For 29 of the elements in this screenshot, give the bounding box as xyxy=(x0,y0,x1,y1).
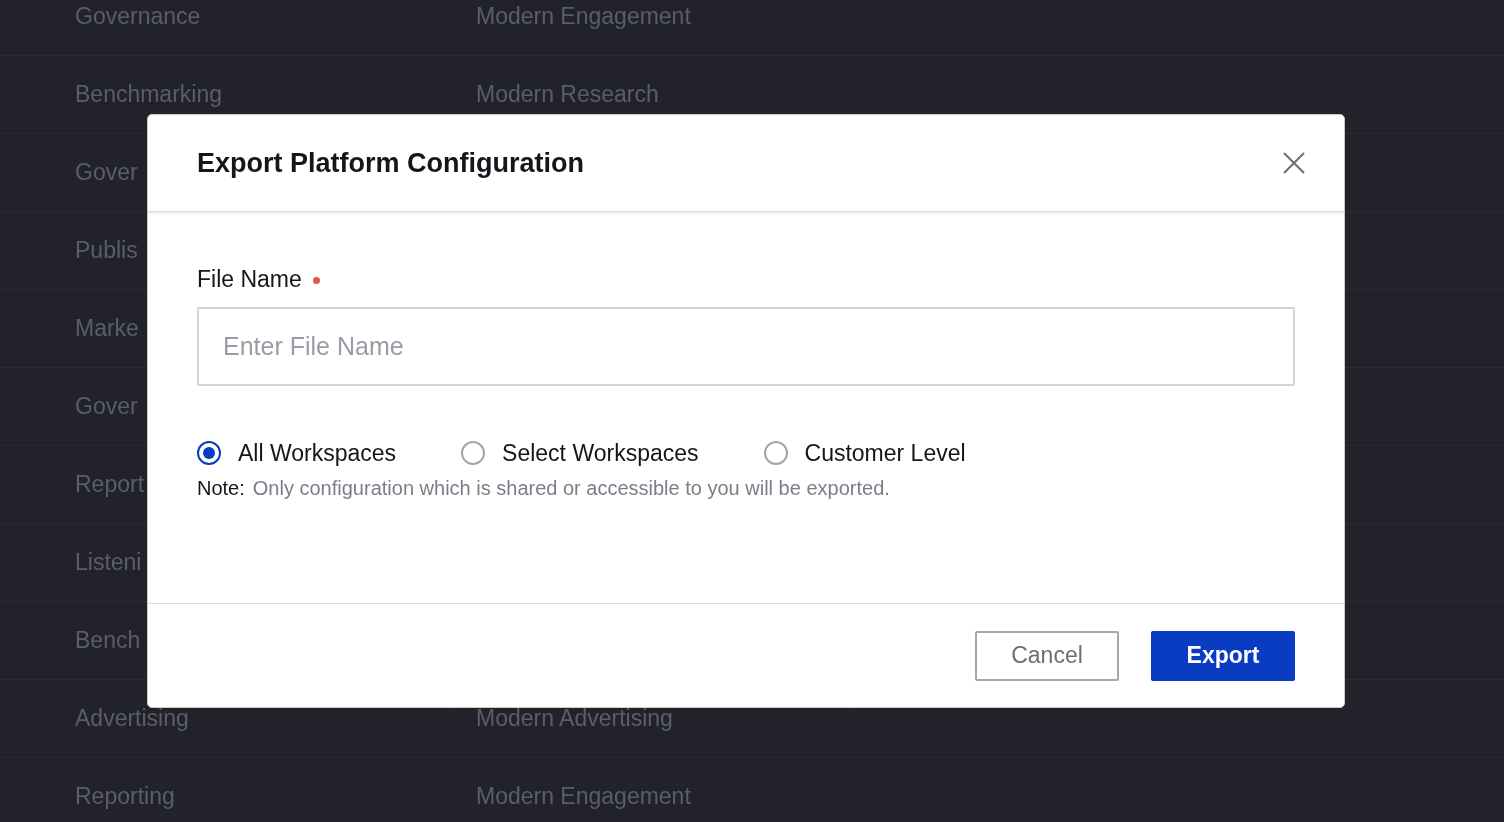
close-icon[interactable] xyxy=(1282,151,1306,175)
radio-button[interactable] xyxy=(197,441,221,465)
table-cell: Modern Advertising xyxy=(476,705,673,732)
table-cell: Publis xyxy=(75,237,138,264)
table-cell: Advertising xyxy=(75,705,189,732)
radio-button[interactable] xyxy=(461,441,486,465)
table-cell: Benchmarking xyxy=(75,81,223,108)
table-cell: Modern Research xyxy=(476,81,659,108)
table-cell: Listeni xyxy=(75,549,142,576)
radio-button[interactable] xyxy=(763,441,788,465)
table-cell: Bench xyxy=(75,627,141,654)
table-cell: Modern Engagement xyxy=(476,3,691,30)
file-name-field[interactable]: Enter File Name xyxy=(197,307,1295,386)
table-cell: Modern Engagement xyxy=(476,783,691,810)
table-cell: Reporting xyxy=(75,783,175,810)
table-cell: Governance xyxy=(75,3,201,30)
table-cell: Gover xyxy=(75,159,138,186)
note-label: Note: xyxy=(197,477,245,499)
radio-label[interactable]: All Workspaces xyxy=(238,439,397,467)
note-text: Only configuration which is shared or accessible to you will be exported. xyxy=(252,477,890,499)
dialog-title: Export Platform Configuration xyxy=(197,147,584,179)
table-cell: Marke xyxy=(75,315,139,342)
radio-label[interactable]: Select Workspaces xyxy=(502,439,699,467)
table-cell: Report xyxy=(75,471,145,498)
table-cell: Gover xyxy=(75,393,138,420)
export-button[interactable]: Export xyxy=(1151,630,1295,681)
radio-label[interactable]: Customer Level xyxy=(804,439,966,467)
cancel-button[interactable]: Cancel xyxy=(975,630,1119,681)
field-label: File Name xyxy=(197,265,302,293)
